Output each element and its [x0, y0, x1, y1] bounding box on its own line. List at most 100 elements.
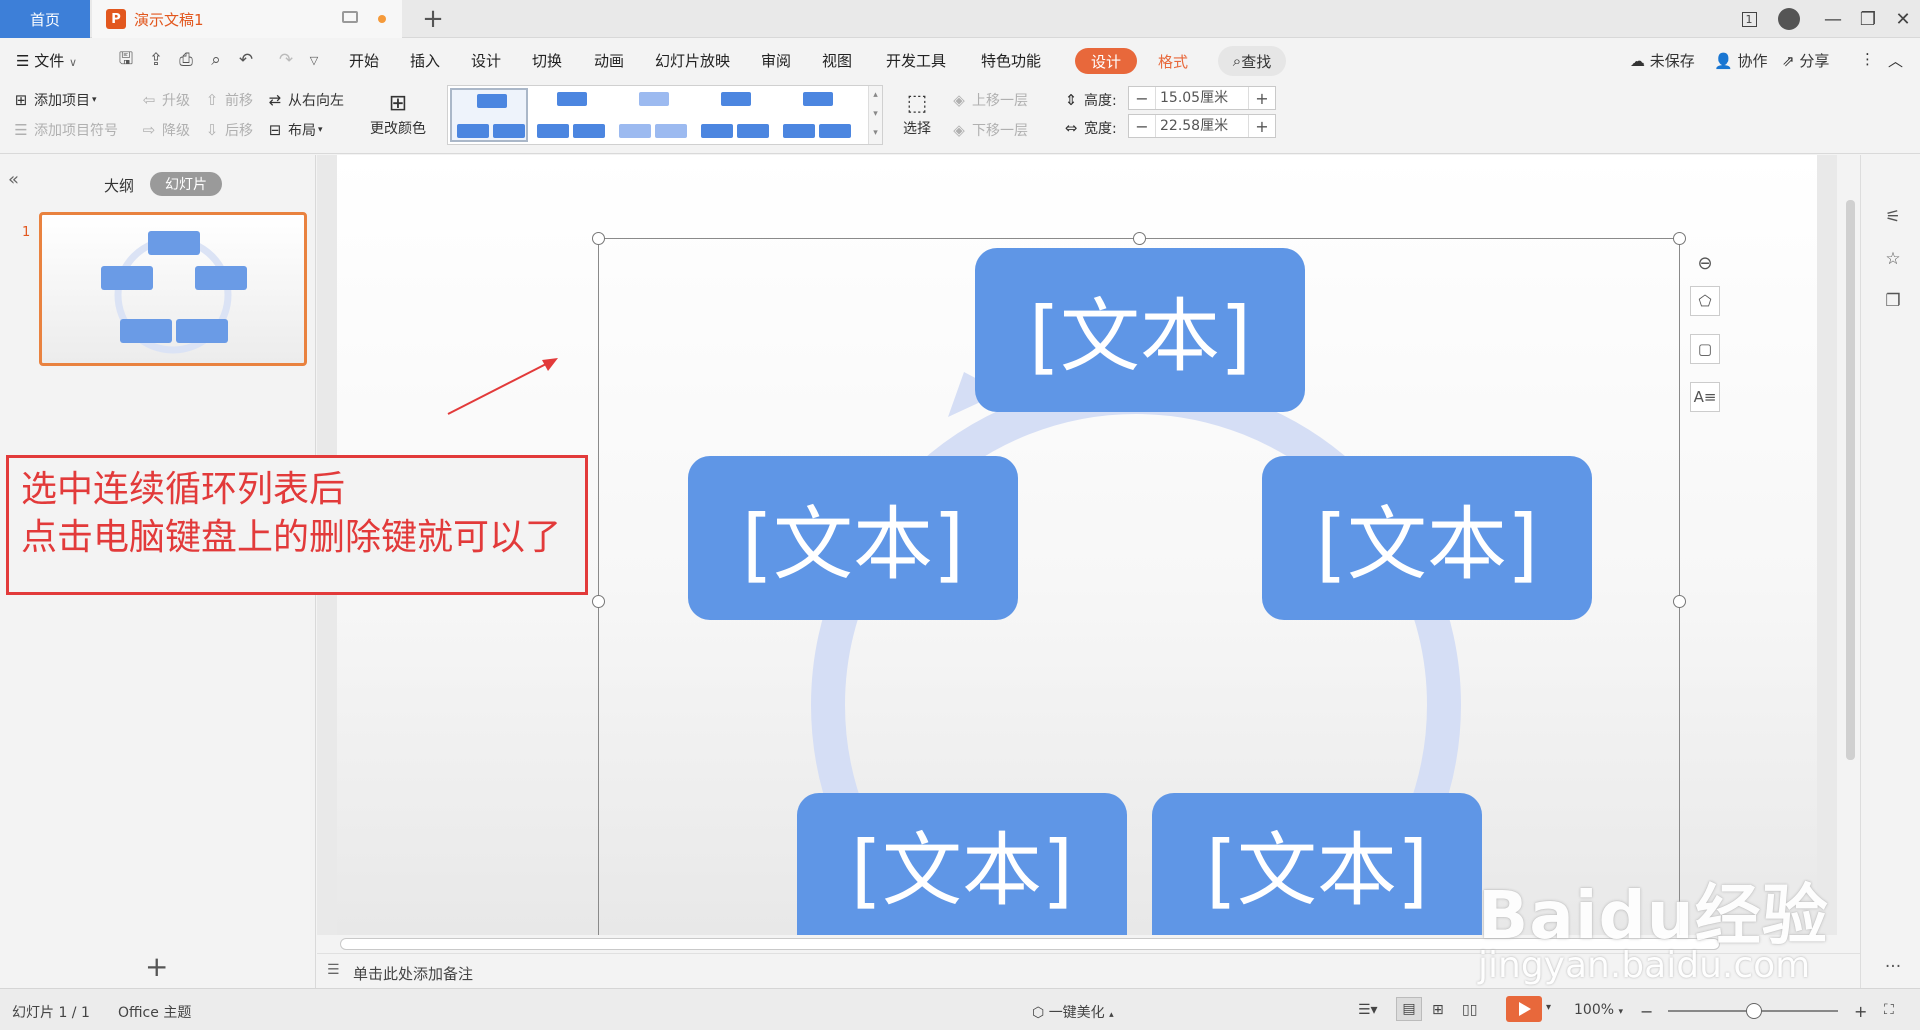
- change-color-button[interactable]: ⊞ 更改颜色: [370, 88, 426, 138]
- tab-format[interactable]: 格式: [1158, 51, 1188, 72]
- tab-developer[interactable]: 开发工具: [886, 50, 946, 71]
- undo-icon[interactable]: ↶: [236, 50, 256, 70]
- tab-review[interactable]: 审阅: [761, 50, 791, 71]
- slide-sorter-icon[interactable]: ⊞: [1432, 1002, 1444, 1018]
- tab-home[interactable]: 开始: [349, 50, 379, 71]
- tab-design[interactable]: 设计: [471, 50, 501, 71]
- resize-handle[interactable]: [592, 595, 605, 608]
- resize-handle[interactable]: [592, 232, 605, 245]
- right-to-left-button[interactable]: ⇄ 从右向左: [266, 90, 344, 110]
- window-count-icon[interactable]: 1: [1736, 6, 1762, 32]
- restore-icon[interactable]: ❐: [1855, 6, 1881, 32]
- unsaved-button[interactable]: ☁ 未保存: [1630, 50, 1695, 71]
- star-icon[interactable]: ☆: [1881, 247, 1905, 271]
- more-options-icon[interactable]: ···: [1881, 955, 1905, 979]
- new-tab-button[interactable]: +: [418, 4, 448, 34]
- demote-button[interactable]: ⇨ 降级: [140, 120, 190, 140]
- layout-button[interactable]: ⊟ 布局 ▾: [266, 120, 323, 140]
- collab-button[interactable]: 👤 协作: [1714, 50, 1767, 71]
- beautify-button[interactable]: ⬡ 一键美化 ▴: [1032, 1002, 1114, 1022]
- document-tab[interactable]: P 演示文稿1: [92, 0, 402, 38]
- zoom-out-button[interactable]: −: [1640, 1002, 1653, 1021]
- add-slide-button[interactable]: +: [145, 950, 168, 983]
- smartart-node-left[interactable]: [文本]: [688, 456, 1018, 620]
- tab-slides[interactable]: 幻灯片: [150, 172, 222, 196]
- smartart-node-top[interactable]: [文本]: [975, 248, 1305, 412]
- collapse-ribbon-icon[interactable]: ︿: [1888, 50, 1903, 71]
- slides-icon[interactable]: ❐: [1881, 289, 1905, 313]
- resize-handle[interactable]: [1673, 595, 1686, 608]
- tab-transition[interactable]: 切换: [532, 50, 562, 71]
- style-option[interactable]: [450, 88, 528, 142]
- tab-insert[interactable]: 插入: [410, 50, 440, 71]
- tab-features[interactable]: 特色功能: [981, 50, 1041, 71]
- redo-icon[interactable]: ↷: [276, 50, 296, 70]
- move-up-button[interactable]: ⇧ 前移: [203, 90, 253, 110]
- play-slideshow-button[interactable]: [1506, 996, 1542, 1022]
- avatar[interactable]: [1776, 6, 1802, 32]
- height-stepper[interactable]: − 15.05厘米 +: [1128, 86, 1276, 110]
- normal-view-icon[interactable]: ▤: [1396, 997, 1422, 1021]
- style-option[interactable]: [532, 88, 610, 142]
- gallery-scroll[interactable]: ▴ ▾ ▾: [868, 86, 882, 144]
- zoom-in-button[interactable]: +: [1854, 1002, 1867, 1021]
- move-down-button[interactable]: ⇩ 后移: [203, 120, 253, 140]
- tab-view[interactable]: 视图: [822, 50, 852, 71]
- tab-animation[interactable]: 动画: [594, 50, 624, 71]
- style-option[interactable]: [614, 88, 692, 142]
- smartart-node-bottom-left[interactable]: [文本]: [797, 793, 1127, 935]
- smartart-node-bottom-right[interactable]: [文本]: [1152, 793, 1482, 935]
- style-option[interactable]: [696, 88, 774, 142]
- instruction-callout: 选中连续循环列表后 点击电脑键盘上的删除键就可以了: [6, 455, 588, 595]
- slide-thumbnail[interactable]: [39, 212, 307, 366]
- share-icon: ⇗: [1782, 52, 1795, 70]
- resize-handle[interactable]: [1133, 232, 1146, 245]
- monitor-icon[interactable]: [342, 11, 358, 23]
- width-stepper[interactable]: − 22.58厘米 +: [1128, 114, 1276, 138]
- zoom-level[interactable]: 100% ▾: [1574, 1002, 1623, 1018]
- close-icon[interactable]: ✕: [1890, 6, 1916, 32]
- collapse-panel-icon[interactable]: «: [8, 169, 19, 190]
- play-options-icon[interactable]: ▾: [1546, 1002, 1551, 1013]
- add-bullet-button[interactable]: ☰ 添加项目符号: [12, 120, 118, 140]
- settings-sliders-icon[interactable]: ⚟: [1881, 205, 1905, 229]
- print-icon[interactable]: ⎙: [176, 50, 196, 70]
- tab-outline[interactable]: 大纲: [104, 175, 134, 196]
- search-button[interactable]: ⌕ 查找: [1218, 46, 1286, 76]
- home-tab[interactable]: 首页: [0, 0, 90, 38]
- tab-slideshow[interactable]: 幻灯片放映: [655, 50, 730, 71]
- select-button[interactable]: ⬚ 选择: [902, 88, 932, 138]
- resize-handle[interactable]: [1673, 232, 1686, 245]
- share-button[interactable]: ⇗ 分享: [1782, 50, 1829, 71]
- zoom-slider-knob[interactable]: [1746, 1003, 1762, 1019]
- decrease-button[interactable]: −: [1129, 89, 1155, 108]
- save-icon[interactable]: 🖫: [116, 49, 136, 70]
- theme-name[interactable]: Office 主题: [118, 1002, 191, 1022]
- add-item-button[interactable]: ⊞ 添加项目 ▾: [12, 90, 97, 110]
- vertical-scroll-thumb[interactable]: [1846, 200, 1855, 760]
- notes-toggle-icon[interactable]: ☰▾: [1358, 1002, 1378, 1018]
- smartart-style-gallery[interactable]: ▴ ▾ ▾: [447, 85, 883, 145]
- increase-button[interactable]: +: [1249, 89, 1275, 108]
- minus-circle-icon[interactable]: ⊖: [1690, 248, 1720, 278]
- more-icon[interactable]: ⋮: [1860, 50, 1875, 68]
- smartart-node-right[interactable]: [文本]: [1262, 456, 1592, 620]
- fit-window-icon[interactable]: ⛶: [1884, 1002, 1894, 1018]
- minimize-icon[interactable]: —: [1820, 6, 1846, 32]
- decrease-button[interactable]: −: [1129, 117, 1155, 136]
- increase-button[interactable]: +: [1249, 117, 1275, 136]
- shape-fill-icon[interactable]: ⬠: [1690, 286, 1720, 316]
- bring-forward-button[interactable]: ◈ 上移一层: [950, 90, 1028, 110]
- file-menu[interactable]: ☰ 文件 ∨: [16, 50, 77, 71]
- text-box-icon[interactable]: A≡: [1690, 382, 1720, 412]
- send-backward-button[interactable]: ◈ 下移一层: [950, 120, 1028, 140]
- print-preview-icon[interactable]: ⌕: [206, 50, 226, 70]
- style-option[interactable]: [778, 88, 856, 142]
- shape-outline-icon[interactable]: ▢: [1690, 334, 1720, 364]
- tab-smartart-design[interactable]: 设计: [1075, 48, 1137, 74]
- reading-view-icon[interactable]: ▯▯: [1462, 1002, 1477, 1018]
- customize-icon[interactable]: ▽: [304, 50, 324, 70]
- export-icon[interactable]: ⇪: [146, 50, 166, 70]
- notes-placeholder[interactable]: 单击此处添加备注: [353, 963, 473, 984]
- promote-button[interactable]: ⇦ 升级: [140, 90, 190, 110]
